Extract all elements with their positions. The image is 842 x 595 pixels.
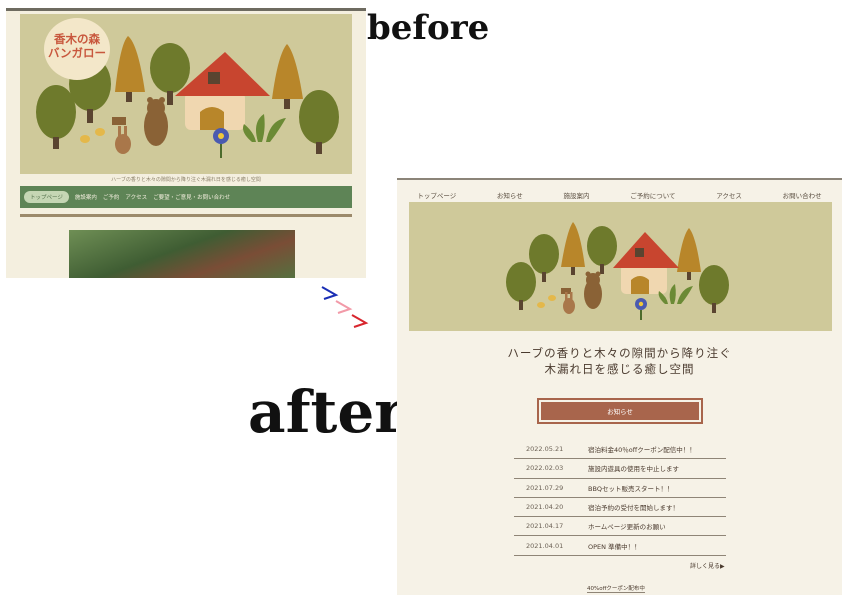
news-date: 2021.04.20: [526, 503, 564, 512]
nav-item-news[interactable]: お知らせ: [497, 190, 523, 200]
arrows-graphic: [321, 286, 369, 328]
news-title: OPEN 準備中！！: [588, 542, 641, 551]
nav-item-access[interactable]: アクセス: [125, 193, 147, 201]
cone-tree-icon: [561, 222, 585, 275]
tree-icon: [36, 85, 76, 149]
plant-icon: [243, 114, 286, 142]
bear-icon: [144, 97, 168, 146]
cone-tree-icon: [272, 44, 303, 109]
news-item[interactable]: 2021.07.29 BBQセット販売スタート！！: [514, 479, 726, 498]
after-label: after: [248, 378, 405, 446]
catchphrase-line-2: 木漏れ日を感じる癒し空間: [544, 362, 695, 376]
nav-item-access[interactable]: アクセス: [716, 190, 742, 200]
cone-tree-icon: [677, 228, 701, 280]
news-title: 施設内遊具の使用を中止します: [588, 465, 679, 474]
logo-line-2: バンガロー: [47, 46, 107, 60]
nav-item-contact[interactable]: ご要望・ご意見・お問い合わせ: [153, 193, 230, 201]
nav-item-reservation[interactable]: ご予約: [103, 193, 120, 201]
news-item[interactable]: 2021.04.01 OPEN 準備中！！: [514, 536, 726, 556]
hero-illustration: 香木の森 バンガロー: [20, 14, 352, 174]
news-title: ホームページ更新のお願い: [588, 523, 666, 532]
forest-illustration: [506, 222, 729, 320]
news-list: 2022.05.21 宿泊料金40％offクーポン配信中！！ 2022.02.03…: [514, 440, 726, 556]
cabin-photo: [69, 230, 295, 278]
cone-tree-icon: [115, 36, 145, 102]
mushroom-icon: [537, 295, 556, 308]
rabbit-icon: [115, 126, 131, 154]
flower-icon: [635, 298, 647, 320]
tagline: ハーブの香りと木々の隙間から降り注ぐ木漏れ日を感じる癒し空間: [111, 177, 261, 183]
catchphrase-line-1: ハーブの香りと木々の隙間から降り注ぐ: [507, 346, 732, 360]
news-title: BBQセット販売スタート！！: [588, 484, 674, 493]
site-logo[interactable]: 香木の森 バンガロー: [44, 18, 110, 80]
nav-bar: トップページ 施設案内 ご予約 アクセス ご要望・ご意見・お問い合わせ: [20, 186, 352, 208]
stump-icon: [112, 117, 126, 125]
news-date: 2022.02.03: [526, 464, 564, 473]
after-screenshot: トップページ お知らせ 施設案内 ご予約について アクセス お問い合わせ ハーブ…: [397, 178, 842, 595]
hero-illustration: [409, 202, 832, 331]
arrow-icon: [335, 300, 353, 314]
bear-icon: [584, 271, 602, 309]
top-border: [397, 178, 842, 180]
news-date: 2021.04.17: [526, 522, 564, 531]
news-item[interactable]: 2021.04.20 宿泊予約の受付を開始します！: [514, 498, 726, 518]
nav-item-reservation[interactable]: ご予約について: [630, 190, 675, 200]
before-screenshot: 香木の森 バンガロー ハーブの香りと木々の隙間から降り注ぐ木漏れ日を感じる癒し空…: [6, 8, 366, 278]
nav-item-facilities[interactable]: 施設案内: [75, 193, 97, 201]
news-title: 宿泊予約の受付を開始します！: [588, 504, 679, 513]
news-title: 宿泊料金40％offクーポン配信中！！: [588, 446, 696, 455]
nav-item-contact[interactable]: お問い合わせ: [783, 190, 822, 200]
news-date: 2022.05.21: [526, 445, 564, 454]
rabbit-icon: [563, 292, 575, 314]
nav-item-top[interactable]: トップページ: [417, 190, 456, 200]
tree-icon: [587, 226, 617, 274]
more-link[interactable]: 詳しく見る▶: [690, 561, 725, 570]
top-border: [6, 8, 366, 11]
news-date: 2021.07.29: [526, 483, 564, 492]
coupon-heading: 40%offクーポン配布中: [587, 586, 645, 593]
tree-icon: [699, 265, 729, 313]
news-item[interactable]: 2021.04.17 ホームページ更新のお願い: [514, 517, 726, 537]
nav-item-top[interactable]: トップページ: [24, 191, 69, 203]
nav-item-facilities[interactable]: 施設案内: [564, 190, 590, 200]
mushroom-icon: [80, 128, 105, 143]
news-heading-button[interactable]: お知らせ: [537, 398, 703, 424]
news-item[interactable]: 2022.02.03 施設内遊具の使用を中止します: [514, 459, 726, 479]
tree-icon: [299, 90, 339, 154]
mushroom-house-icon: [613, 232, 679, 294]
news-date: 2021.04.01: [526, 541, 564, 550]
before-label: before: [367, 8, 490, 48]
tree-icon: [506, 262, 536, 310]
divider: [20, 214, 352, 217]
news-heading-label: お知らせ: [607, 408, 633, 416]
news-item[interactable]: 2022.05.21 宿泊料金40％offクーポン配信中！！: [514, 440, 726, 460]
logo-line-1: 香木の森: [54, 32, 100, 46]
catchphrase: ハーブの香りと木々の隙間から降り注ぐ 木漏れ日を感じる癒し空間: [397, 345, 842, 377]
arrow-icon: [351, 314, 369, 328]
flower-icon: [213, 128, 229, 158]
arrow-icon: [321, 286, 339, 300]
